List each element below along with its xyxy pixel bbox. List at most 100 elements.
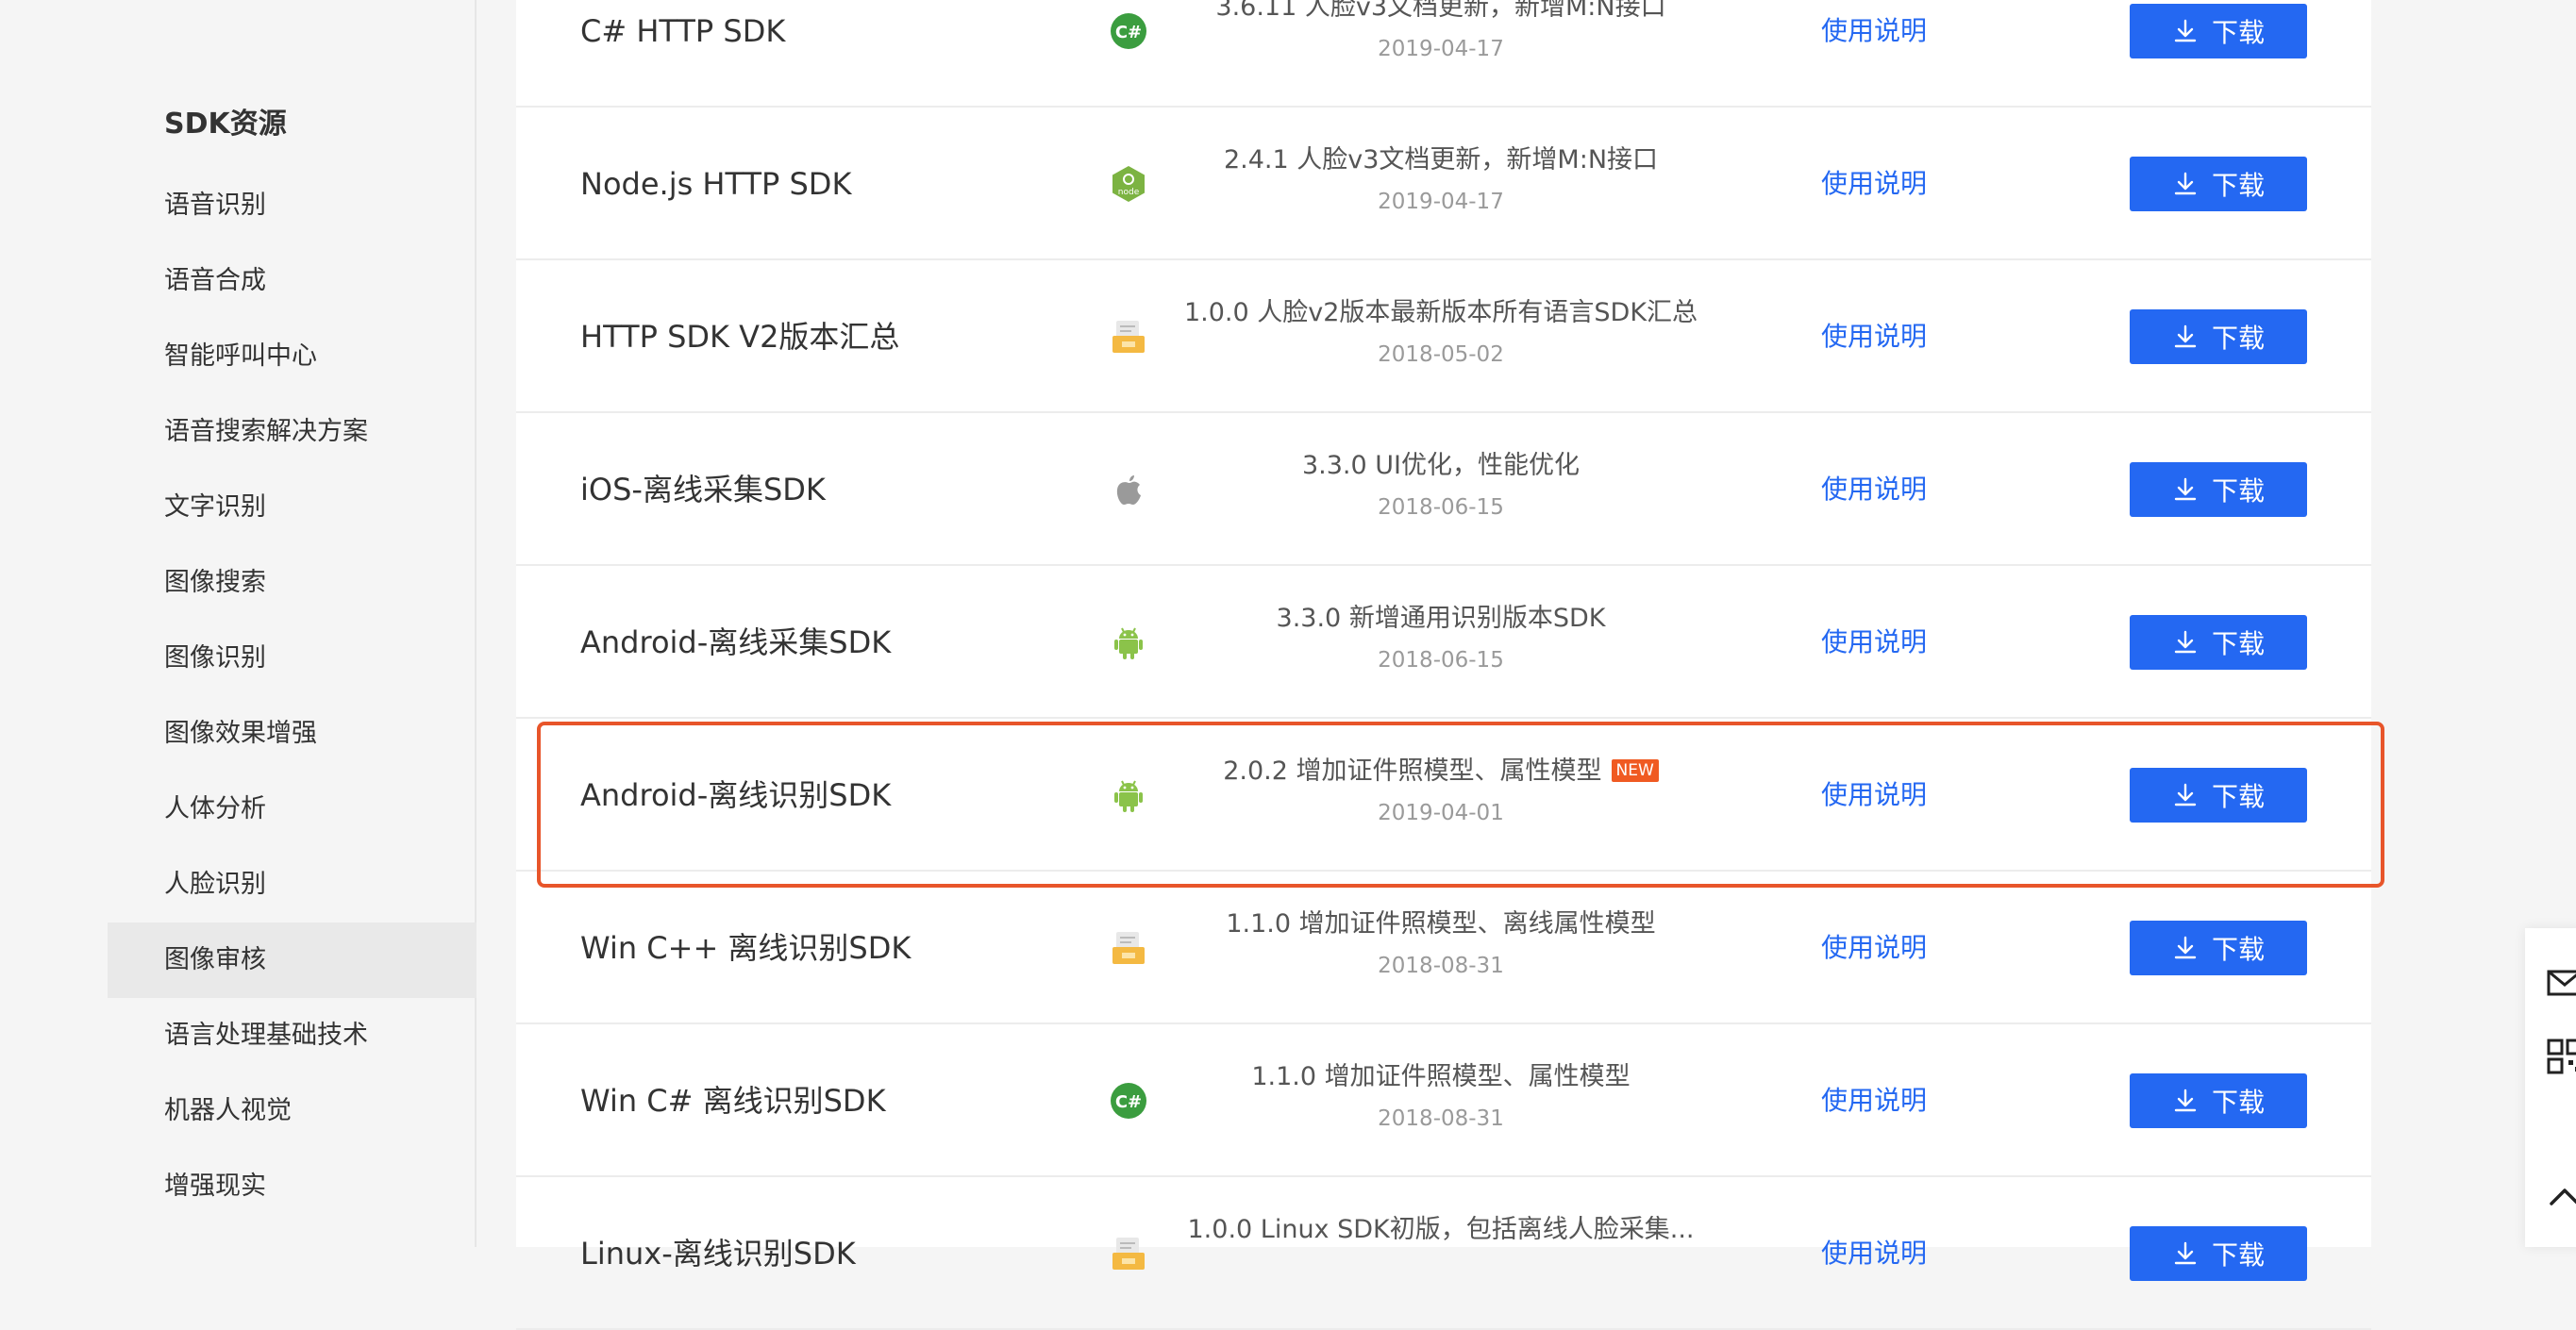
- version-info: 2.4.1 人脸v3文档更新，新增M:N接口 2019-04-17: [1177, 108, 1705, 260]
- version-desc: 1.1.0 增加证件照模型、离线属性模型: [1226, 909, 1656, 939]
- download-button[interactable]: 下载: [2130, 157, 2307, 211]
- doc-link[interactable]: 使用说明: [1821, 872, 1927, 1024]
- sidebar-item-nlp[interactable]: 语言处理基础技术: [108, 998, 477, 1073]
- version-info: 3.3.0 UI优化，性能优化 2018-06-15: [1177, 413, 1705, 566]
- doc-link[interactable]: 使用说明: [1821, 1177, 1927, 1330]
- sdk-name: C# HTTP SDK: [580, 13, 786, 49]
- version-info: 1.1.0 增加证件照模型、离线属性模型 2018-08-31: [1177, 872, 1705, 1024]
- back-to-top-icon[interactable]: [2546, 1177, 2576, 1215]
- sidebar-item-image-enhance[interactable]: 图像效果增强: [108, 696, 477, 772]
- sdk-name: Android-离线识别SDK: [580, 777, 892, 813]
- version-desc: 1.1.0 增加证件照模型、属性模型: [1251, 1062, 1631, 1091]
- version-info: 1.1.0 增加证件照模型、属性模型 2018-08-31: [1177, 1024, 1705, 1177]
- version-desc: 2.4.1 人脸v3文档更新，新增M:N接口: [1223, 145, 1659, 175]
- download-button[interactable]: 下载: [2130, 768, 2307, 823]
- table-row: iOS-离线采集SDK 3.3.0 UI优化，性能优化 2018-06-15 使…: [516, 413, 2371, 566]
- version-desc: 1.0.0 Linux SDK初版，包括离线人脸采集...: [1187, 1215, 1695, 1244]
- sidebar-item-body-analysis[interactable]: 人体分析: [108, 772, 477, 847]
- sidebar-item-speech-synthesis[interactable]: 语音合成: [108, 243, 477, 319]
- version-desc: 3.3.0 新增通用识别版本SDK: [1276, 604, 1606, 633]
- version-desc-text: 2.0.2 增加证件照模型、属性模型: [1223, 756, 1602, 786]
- download-label: 下载: [2211, 1087, 2265, 1118]
- sidebar-item-image-recognition[interactable]: 图像识别: [108, 621, 477, 696]
- table-row-highlighted: Android-离线识别SDK 2.0.2 增加证件照模型、属性模型 NEW 20…: [516, 719, 2371, 872]
- sidebar-item-speech-recognition[interactable]: 语音识别: [108, 168, 477, 243]
- download-icon: [2172, 1088, 2199, 1114]
- sidebar-item-call-center[interactable]: 智能呼叫中心: [108, 319, 477, 394]
- sidebar-title: SDK资源: [164, 108, 287, 141]
- release-date: 2019-04-01: [1378, 801, 1504, 825]
- release-date: 2019-04-17: [1378, 37, 1504, 61]
- download-button[interactable]: 下载: [2130, 921, 2307, 975]
- table-row: Linux-离线识别SDK 1.0.0 Linux SDK初版，包括离线人脸采集…: [516, 1177, 2371, 1330]
- doc-link[interactable]: 使用说明: [1821, 108, 1927, 260]
- download-label: 下载: [2211, 781, 2265, 812]
- sidebar-item-ar[interactable]: 增强现实: [108, 1149, 477, 1224]
- new-badge: NEW: [1611, 759, 1659, 782]
- sdk-name: Node.js HTTP SDK: [580, 166, 852, 202]
- download-label: 下载: [2211, 475, 2265, 507]
- doc-link[interactable]: 使用说明: [1821, 0, 1927, 108]
- sdk-name: iOS-离线采集SDK: [580, 472, 826, 507]
- doc-link[interactable]: 使用说明: [1821, 413, 1927, 566]
- download-icon: [2172, 171, 2199, 197]
- table-row: Android-离线采集SDK 3.3.0 新增通用识别版本SDK 2018-0…: [516, 566, 2371, 719]
- sidebar-item-image-search[interactable]: 图像搜索: [108, 545, 477, 621]
- download-label: 下载: [2211, 323, 2265, 354]
- sidebar-item-voice-search[interactable]: 语音搜索解决方案: [108, 394, 477, 470]
- sidebar-item-face-recognition[interactable]: 人脸识别: [108, 847, 477, 923]
- download-icon: [2172, 18, 2199, 44]
- download-icon: [2172, 629, 2199, 656]
- download-label: 下载: [2211, 1239, 2265, 1271]
- sdk-name: Win C# 离线识别SDK: [580, 1083, 886, 1119]
- version-desc: 2.0.2 增加证件照模型、属性模型 NEW: [1177, 755, 1705, 789]
- sidebar-item-image-audit[interactable]: 图像审核: [108, 923, 477, 998]
- download-button[interactable]: 下载: [2130, 1226, 2307, 1281]
- download-button[interactable]: 下载: [2130, 309, 2307, 364]
- table-row: Win C++ 离线识别SDK 1.1.0 增加证件照模型、离线属性模型 201…: [516, 872, 2371, 1024]
- table-row: Node.js HTTP SDK node 2.4.1 人脸v3文档更新，新增M…: [516, 108, 2371, 260]
- csharp-icon: C#: [1109, 11, 1148, 51]
- apple-icon: [1109, 470, 1148, 509]
- version-desc: 3.3.0 UI优化，性能优化: [1301, 451, 1580, 480]
- table-row: HTTP SDK V2版本汇总 1.0.0 人脸v2版本最新版本所有语言SDK汇…: [516, 260, 2371, 413]
- version-info: 3.6.11 人脸v3文档更新，新增M:N接口 2019-04-17: [1177, 0, 1705, 108]
- download-button[interactable]: 下载: [2130, 615, 2307, 670]
- package-icon: [1109, 928, 1148, 968]
- sdk-name: Win C++ 离线识别SDK: [580, 930, 912, 966]
- sdk-name: Android-离线采集SDK: [580, 624, 892, 660]
- release-date: 2018-08-31: [1378, 954, 1504, 978]
- download-button[interactable]: 下载: [2130, 462, 2307, 517]
- version-desc: 1.0.0 人脸v2版本最新版本所有语言SDK汇总: [1183, 298, 1698, 327]
- version-info: 2.0.2 增加证件照模型、属性模型 NEW 2019-04-01: [1177, 719, 1705, 872]
- version-info: 3.3.0 新增通用识别版本SDK 2018-06-15: [1177, 566, 1705, 719]
- release-date: 2018-05-02: [1378, 342, 1504, 367]
- download-icon: [2172, 935, 2199, 961]
- android-icon: [1109, 775, 1148, 815]
- package-icon: [1109, 317, 1148, 357]
- version-info: 1.0.0 人脸v2版本最新版本所有语言SDK汇总 2018-05-02: [1177, 260, 1705, 413]
- sidebar-item-robot-vision[interactable]: 机器人视觉: [108, 1073, 477, 1149]
- android-icon: [1109, 623, 1148, 662]
- doc-link[interactable]: 使用说明: [1821, 1024, 1927, 1177]
- version-desc: 3.6.11 人脸v3文档更新，新增M:N接口: [1215, 0, 1666, 22]
- release-date: 2018-08-31: [1378, 1106, 1504, 1131]
- download-button[interactable]: 下载: [2130, 4, 2307, 58]
- download-icon: [2172, 476, 2199, 503]
- sdk-name: HTTP SDK V2版本汇总: [580, 319, 900, 355]
- svg-text:C#: C#: [1115, 1092, 1142, 1112]
- sdk-table: C# HTTP SDK C# 3.6.11 人脸v3文档更新，新增M:N接口 2…: [516, 0, 2371, 1330]
- release-date: 2018-06-15: [1378, 495, 1504, 520]
- download-icon: [2172, 782, 2199, 808]
- release-date: 2018-06-15: [1378, 648, 1504, 673]
- download-button[interactable]: 下载: [2130, 1073, 2307, 1128]
- download-label: 下载: [2211, 628, 2265, 659]
- doc-link[interactable]: 使用说明: [1821, 719, 1927, 872]
- package-icon: [1109, 1234, 1148, 1273]
- csharp-icon: C#: [1109, 1081, 1148, 1121]
- sidebar-item-ocr[interactable]: 文字识别: [108, 470, 477, 545]
- doc-link[interactable]: 使用说明: [1821, 566, 1927, 719]
- doc-link[interactable]: 使用说明: [1821, 260, 1927, 413]
- mail-icon[interactable]: [2546, 964, 2576, 1002]
- qrcode-icon[interactable]: [2546, 1038, 2576, 1075]
